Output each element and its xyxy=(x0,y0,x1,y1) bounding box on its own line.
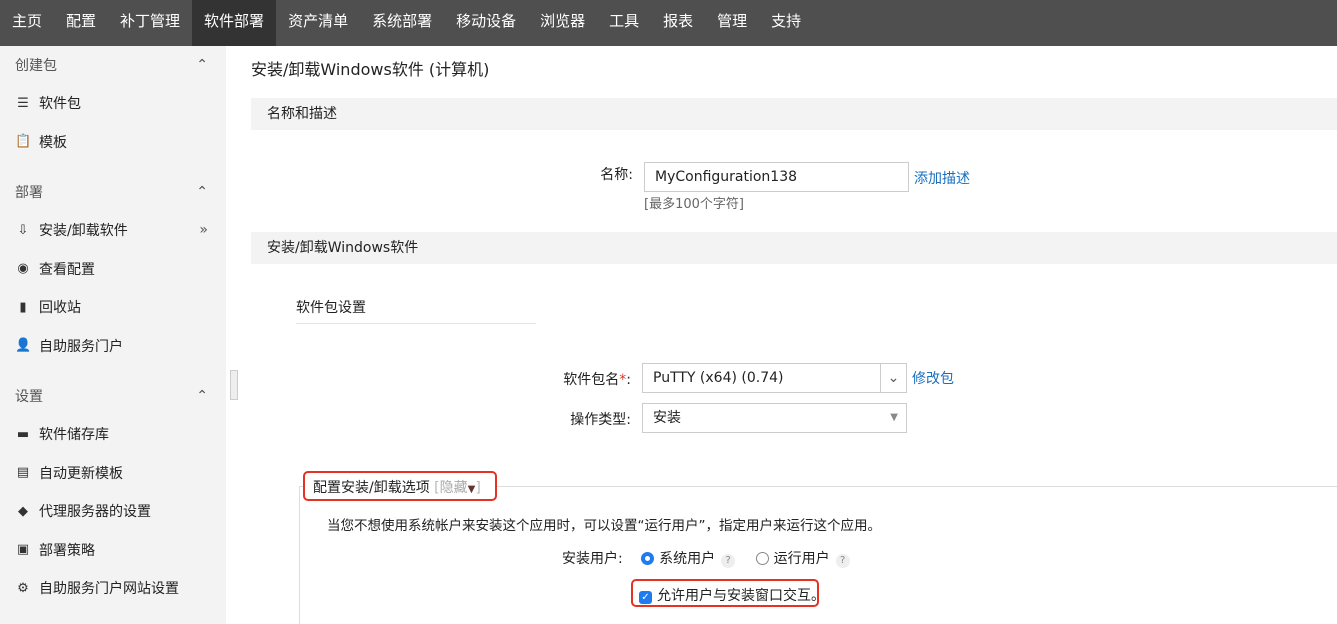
sidebar-item-policy[interactable]: ▣ 部署策略 xyxy=(0,531,226,570)
nav-browser[interactable]: 浏览器 xyxy=(528,0,597,46)
sidebar: 创建包 ⌃ ☰ 软件包 📋 模板 部署 ⌃ ⇩ 安装/卸载软件 » ◉ 查看配置 ▮ 回收站 👤… xyxy=(0,46,226,624)
name-input[interactable]: MyConfiguration138 xyxy=(644,162,909,192)
options-title: 配置安装/卸载选项 xyxy=(313,480,430,496)
install-user-row: 安装用户: 系统用户? 运行用户? xyxy=(562,548,850,568)
nav-admin[interactable]: 管理 xyxy=(705,0,759,46)
run-user-radio[interactable]: 运行用户 xyxy=(755,551,830,567)
section-label: 创建包 xyxy=(15,58,57,74)
page-title: 安装/卸载Windows软件 (计算机) xyxy=(251,60,490,79)
allow-interact-checkbox[interactable]: ✓ 允许用户与安装窗口交互。 xyxy=(639,585,825,605)
sidebar-item-label: 模板 xyxy=(39,134,67,151)
package-name-select[interactable]: PuTTY (x64) (0.74) ⌄ xyxy=(642,363,907,393)
nav-os-deploy[interactable]: 系统部署 xyxy=(360,0,444,46)
checkbox-label: 允许用户与安装窗口交互。 xyxy=(657,588,825,604)
nav-home[interactable]: 主页 xyxy=(0,0,54,46)
install-user-label: 安装用户: xyxy=(562,551,623,567)
policy-icon: ▣ xyxy=(16,542,30,558)
chevron-up-icon: ⌃ xyxy=(196,57,208,73)
top-nav: 主页 配置 补丁管理 软件部署 资产清单 系统部署 移动设备 浏览器 工具 报表… xyxy=(0,0,1337,46)
sidebar-item-self-service[interactable]: 👤 自助服务门户 xyxy=(0,327,226,366)
bracket: ] xyxy=(475,480,481,496)
system-user-radio[interactable]: 系统用户 xyxy=(641,551,715,567)
add-description-link[interactable]: 添加描述 xyxy=(914,168,970,188)
help-icon[interactable]: ? xyxy=(721,554,736,568)
sidebar-item-label: 自助服务门户网站设置 xyxy=(39,581,179,598)
folder-icon: ▬ xyxy=(16,426,30,442)
radio-label: 运行用户 xyxy=(773,551,830,567)
section-label: 设置 xyxy=(15,389,43,405)
nav-mobile[interactable]: 移动设备 xyxy=(444,0,528,46)
sidebar-item-package[interactable]: ☰ 软件包 xyxy=(0,84,226,123)
sidebar-item-install[interactable]: ⇩ 安装/卸载软件 » xyxy=(0,211,226,250)
package-settings-heading: 软件包设置 xyxy=(296,297,536,324)
nav-tools[interactable]: 工具 xyxy=(597,0,651,46)
sidebar-item-repository[interactable]: ▬ 软件储存库 xyxy=(0,415,226,454)
name-label: 名称: xyxy=(600,167,633,183)
sidebar-item-auto-update[interactable]: ▤ 自动更新模板 xyxy=(0,454,226,493)
sidebar-item-label: 查看配置 xyxy=(39,261,95,278)
name-section-header: 名称和描述 xyxy=(251,98,1337,130)
options-left-border xyxy=(299,486,300,624)
label-text: 软件包名 xyxy=(563,372,620,388)
template-icon: ▤ xyxy=(16,465,30,481)
proxy-icon: ◆ xyxy=(18,503,28,519)
modify-package-link[interactable]: 修改包 xyxy=(912,368,954,388)
sidebar-item-label: 部署策略 xyxy=(39,542,95,559)
operation-type-select[interactable]: 安装 ▼ xyxy=(642,403,907,433)
caret-down-icon: ▼ xyxy=(890,412,898,423)
package-name-value: PuTTY (x64) (0.74) xyxy=(653,370,784,386)
sidebar-section-create[interactable]: 创建包 ⌃ xyxy=(0,46,226,84)
operation-type-label: 操作类型: xyxy=(570,412,631,428)
options-description: 当您不想使用系统帐户来安装这个应用时，可以设置“运行用户”，指定用户来运行这个应… xyxy=(327,518,881,534)
sidebar-item-label: 回收站 xyxy=(39,300,81,317)
radio-selected-icon xyxy=(641,552,655,565)
sidebar-item-label: 自助服务门户 xyxy=(39,338,123,355)
package-name-label: 软件包名*: xyxy=(551,369,631,389)
section-label: 部署 xyxy=(15,185,43,201)
trash-icon: ▮ xyxy=(19,299,27,315)
sidebar-item-label: 软件包 xyxy=(39,96,81,113)
nav-reports[interactable]: 报表 xyxy=(651,0,705,46)
sidebar-item-view-config[interactable]: ◉ 查看配置 xyxy=(0,250,226,289)
checkbox-checked-icon: ✓ xyxy=(639,591,652,604)
nav-support[interactable]: 支持 xyxy=(759,0,813,46)
double-chevron-right-icon: » xyxy=(199,222,208,239)
chevron-up-icon: ⌃ xyxy=(196,388,208,404)
nav-config[interactable]: 配置 xyxy=(54,0,108,46)
clipboard-icon: 📋 xyxy=(15,134,32,150)
radio-unselected-icon xyxy=(755,552,769,565)
sidebar-section-settings[interactable]: 设置 ⌃ xyxy=(0,377,226,415)
install-section-header: 安装/卸载Windows软件 xyxy=(251,232,1337,264)
sidebar-item-template[interactable]: 📋 模板 xyxy=(0,123,226,162)
help-icon[interactable]: ? xyxy=(835,554,850,568)
sidebar-item-proxy[interactable]: ◆ 代理服务器的设置 xyxy=(0,492,226,531)
name-hint: [最多100个字符] xyxy=(644,197,744,212)
options-toggle[interactable]: 配置安装/卸载选项 [隐藏▼] xyxy=(313,477,481,497)
sidebar-item-portal-settings[interactable]: ⚙ 自助服务门户网站设置 xyxy=(0,569,226,608)
sidebar-section-deploy[interactable]: 部署 ⌃ xyxy=(0,173,226,211)
hide-link[interactable]: 隐藏 xyxy=(440,480,468,496)
sidebar-item-label: 软件储存库 xyxy=(39,427,109,444)
install-icon: ⇩ xyxy=(17,222,29,238)
sidebar-item-label: 自动更新模板 xyxy=(39,465,123,482)
main-content: 安装/卸载Windows软件 (计算机) 名称和描述 名称: MyConfigu… xyxy=(251,46,1337,624)
eye-icon: ◉ xyxy=(17,261,29,277)
user-settings-icon: ⚙ xyxy=(17,580,29,596)
nav-software-deploy[interactable]: 软件部署 xyxy=(192,0,277,46)
radio-label: 系统用户 xyxy=(659,551,716,567)
nav-patch[interactable]: 补丁管理 xyxy=(108,0,192,46)
operation-type-value: 安装 xyxy=(653,410,681,426)
sidebar-item-label: 代理服务器的设置 xyxy=(39,504,151,521)
chevron-up-icon: ⌃ xyxy=(196,184,208,200)
sidebar-collapse-handle[interactable] xyxy=(230,370,238,400)
nav-inventory[interactable]: 资产清单 xyxy=(276,0,360,46)
chevron-down-icon[interactable]: ⌄ xyxy=(880,364,906,392)
sidebar-item-label: 安装/卸载软件 xyxy=(39,223,128,240)
user-icon: 👤 xyxy=(15,338,32,354)
sidebar-item-recycle[interactable]: ▮ 回收站 xyxy=(0,288,226,327)
label-colon: : xyxy=(626,372,631,388)
package-icon: ☰ xyxy=(17,95,29,111)
